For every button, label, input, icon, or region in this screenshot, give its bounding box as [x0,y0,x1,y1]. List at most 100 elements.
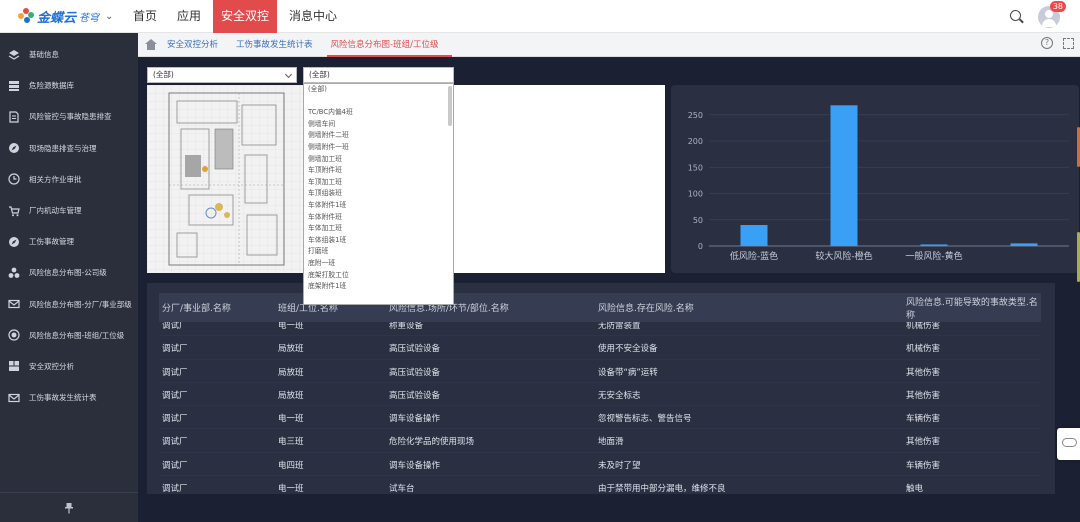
table-row[interactable]: 调试厂 局放班 高压试验设备 使用不安全设备 机械伤害 [159,336,1041,360]
dropdown-option[interactable]: 车体组装1班 [304,235,453,247]
table-cell: 局放班 [278,344,304,355]
filter-select-division[interactable]: (全部) [147,67,297,83]
sidebar-item-injury-stats[interactable]: 工伤事故发生统计表 [0,382,138,413]
table-cell: 调试厂 [162,344,188,355]
logo-icon [18,8,34,24]
filter-select-value: (全部) [309,70,330,79]
sidebar-item-label: 安全双控分析 [29,361,74,371]
target-icon [8,329,20,341]
sidebar-item-injury[interactable]: 工伤事故管理 [0,226,138,257]
dropdown-option[interactable]: (全部) [304,84,453,96]
sidebar-item-vehicle[interactable]: 厂内机动车管理 [0,195,138,226]
pin-icon[interactable] [0,492,138,522]
tab-analysis[interactable]: 安全双控分析 [163,33,232,57]
dropdown-option[interactable]: 侧墙附件一班 [304,142,453,154]
dropdown-option[interactable]: 车顶加工班 [304,177,453,189]
sidebar-item-analysis[interactable]: 安全双控分析 [0,351,138,382]
nav-messages[interactable]: 消息中心 [281,0,345,33]
dropdown-option[interactable]: 车体附件1班 [304,200,453,212]
sidebar-item-label: 工伤事故管理 [29,237,74,247]
dropdown-scrollbar[interactable] [448,86,452,126]
avatar[interactable]: 38 [1038,0,1066,28]
sidebar-item-hazard-db[interactable]: 危险源数据库 [0,70,138,101]
y-tick-label: 150 [688,163,703,172]
dropdown-option[interactable]: 侧墙加工班 [304,154,453,166]
nav-security[interactable]: 安全双控 [213,0,278,33]
table-row[interactable]: 调试厂 电三班 危险化学品的使用现场 地面滑 其他伤害 [159,429,1041,453]
table-cell: 地面滑 [598,437,624,448]
cloud-icon[interactable] [1057,428,1080,460]
table-row[interactable]: 调试厂 电四班 调车设备操作 未及时了望 车辆伤害 [159,453,1041,477]
risk-chart-panel: 0 50 100 150 200 250 低风险-蓝色 较大风险-橙色 一般风险-黄色 [671,85,1079,273]
table-cell: 触电 [906,484,924,494]
table-cell: 调车设备操作 [389,414,441,425]
search-icon[interactable] [1010,9,1024,24]
tab-injury-stats[interactable]: 工伤事故发生统计表 [232,33,327,57]
fullscreen-icon[interactable] [1063,38,1074,49]
table-cell: 忽视警告标志、警告信号 [598,414,692,425]
sidebar-item-risk-team[interactable]: 风险信息分布图-班组/工位级 [0,320,138,351]
dropdown-option[interactable]: 底附一班 [304,258,453,270]
top-bar: 金蝶云 苍穹 ⌄ 首页 应用 安全双控 消息中心 38 [0,0,1080,33]
dropdown-option[interactable]: 打磨班 [304,246,453,258]
bar [740,225,768,246]
compass-icon [9,236,19,247]
sidebar-item-risk-company[interactable]: 风险信息分布图-公司级 [0,257,138,288]
dropdown-option[interactable]: 车体加工班 [304,223,453,235]
home-icon[interactable] [145,38,157,51]
table-cell: 局放班 [278,390,304,401]
dropdown-option[interactable]: 车顶附件班 [304,165,453,177]
dropdown-option[interactable]: 车体附件班 [304,212,453,224]
sidebar-item-risk-control[interactable]: 风险管控与事故隐患排查 [0,101,138,132]
main-content: (全部) (全部) (全部) TC/BC内偏4班 侧墙车间 侧墙附件二班 侧墙附… [138,57,1080,522]
column-header[interactable]: 分厂/事业部.名称 [162,301,231,314]
nav-home[interactable]: 首页 [125,0,165,33]
table-row[interactable]: 调试厂 局放班 高压试验设备 设备带“病”运转 其他伤害 [159,360,1041,383]
bar [1010,243,1038,246]
dropdown-option[interactable]: TC/BC内偏4班 [304,107,453,119]
sidebar-item-label: 厂内机动车管理 [29,206,82,216]
y-tick-label: 250 [688,111,703,120]
layers-icon [8,49,20,60]
dropdown-option[interactable]: 底架附件1班 [304,281,453,293]
nav-apps[interactable]: 应用 [169,0,209,33]
dropdown-option[interactable] [304,96,453,108]
dropdown-option[interactable]: 侧墙车间 [304,119,453,131]
y-tick-label: 50 [693,216,703,225]
app-logo[interactable]: 金蝶云 苍穹 ⌄ [0,7,125,26]
table-cell: 调车设备操作 [389,460,441,471]
floorplan-image[interactable] [147,85,307,273]
column-header[interactable]: 风险信息.可能导致的事故类型.名称 [906,295,1041,321]
table-cell: 未及时了望 [598,460,641,471]
table-cell: 高压试验设备 [389,344,441,355]
chevron-down-icon[interactable]: ⌄ [105,11,113,22]
table-row[interactable]: 调试厂 电一班 试车台 由于禁带用中部分漏电，维修不良 触电 [159,476,1041,494]
table-row[interactable]: 调试厂 局放班 高压试验设备 无安全标志 其他伤害 [159,383,1041,407]
sidebar-item-label: 风险信息分布图-班组/工位级 [29,330,125,340]
x-tick-label: 低风险-蓝色 [730,250,778,262]
team-dropdown-list[interactable]: (全部) TC/BC内偏4班 侧墙车间 侧墙附件二班 侧墙附件一班 侧墙加工班 车顶附件班车… [303,83,454,305]
filter-select-team[interactable]: (全部) [303,67,454,83]
tab-risk-team[interactable]: 风险信息分布图-班组/工位级 [326,33,453,57]
sidebar-item-risk-division[interactable]: 风险信息分布图-分厂/事业部级 [0,289,138,320]
table-row[interactable]: 调试厂 电一班 调车设备操作 忽视警告标志、警告信号 车辆伤害 [159,406,1041,430]
y-tick-label: 100 [688,190,703,199]
table-cell: 其他伤害 [906,437,941,448]
sidebar-item-label: 风险信息分布图-公司级 [29,268,107,278]
y-tick-label: 0 [698,242,703,251]
dropdown-option[interactable]: 侧墙附件二班 [304,130,453,142]
sidebar-item-third-party[interactable]: 相关方作业审批 [0,164,138,195]
dropdown-option[interactable]: 底架打胶工位 [304,270,453,282]
table-header: 分厂/事业部.名称 班组/工位.名称 风险信息.场所/环节/部位.名称 风险信息… [159,293,1041,322]
dashboard-icon [9,361,19,372]
sidebar-item-label: 相关方作业审批 [29,174,82,184]
table-cell: 设备带“病”运转 [598,367,658,378]
column-header[interactable]: 风险信息.存在风险.名称 [598,301,694,314]
table-cell: 车辆伤害 [906,460,941,471]
sidebar-item-onsite-hazard[interactable]: 现场隐患排查与治理 [0,133,138,164]
sidebar-item-basic-info[interactable]: 基础信息 [0,39,138,70]
dropdown-option[interactable]: 车顶组装班 [304,188,453,200]
mail-icon [8,299,20,309]
sidebar: 基础信息 危险源数据库 风险管控与事故隐患排查 现场隐患排查与治理 相关方作业审… [0,33,138,522]
help-icon[interactable]: ? [1041,37,1053,49]
